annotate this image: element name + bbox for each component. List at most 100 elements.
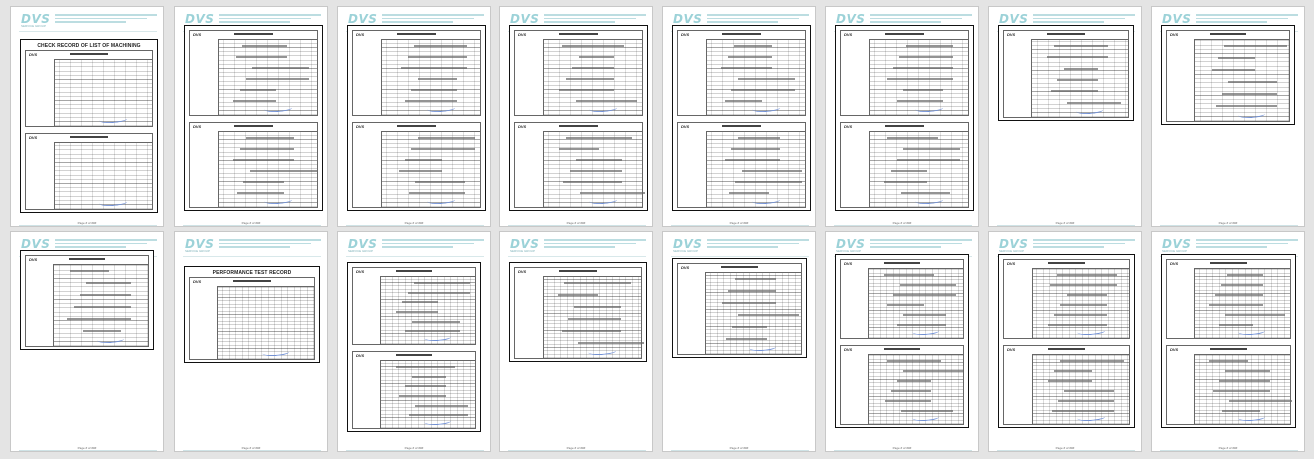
inspection-form-table: DVS — [352, 267, 476, 345]
handwritten-entry — [1060, 304, 1107, 306]
company-logo-subtitle: SERVICE GROUP — [836, 249, 861, 253]
handwritten-entry — [728, 290, 777, 292]
document-page-thumbnail[interactable]: DVSSERVICE GROUPDVSDVSPage # of ### — [174, 6, 328, 227]
handwritten-entry — [1212, 69, 1255, 71]
page-header: DVSSERVICE GROUP — [997, 237, 1135, 255]
form-logo: DVS — [681, 124, 690, 129]
handwritten-entry — [233, 100, 277, 102]
handwritten-entry — [1057, 79, 1099, 81]
document-page-thumbnail[interactable]: DVSSERVICE GROUPDVSDVSPage # of ### — [662, 6, 816, 227]
handwritten-entry — [731, 89, 795, 91]
form-logo: DVS — [518, 269, 527, 274]
footer-rule — [997, 225, 1135, 226]
document-page-thumbnail[interactable]: DVSSERVICE GROUPDVSPage # of ### — [499, 231, 653, 452]
signature — [1238, 412, 1266, 423]
document-page-thumbnail[interactable]: DVSSERVICE GROUPDVSDVSPage # of ### — [1151, 231, 1305, 452]
handwritten-entry — [411, 320, 461, 323]
handwritten-entry — [565, 78, 615, 80]
form-title-bar — [1047, 33, 1085, 35]
form-label-column — [678, 39, 707, 115]
document-page-thumbnail[interactable]: DVSSERVICE GROUPDVSPage # of ### — [662, 231, 816, 452]
page-header: DVSSERVICE GROUP — [1160, 237, 1298, 255]
signature — [588, 195, 617, 206]
company-address-lines — [382, 14, 484, 25]
handwritten-entry — [413, 45, 468, 47]
scanned-record-frame: PERFORMANCE TEST RECORD DVS — [184, 266, 320, 363]
handwritten-entry — [725, 338, 767, 340]
document-page-thumbnail[interactable]: DVSSERVICE GROUPDVSDVSPage # of ### — [337, 6, 491, 227]
document-page-thumbnail[interactable]: DVSSERVICE GROUPDVSDVSPage # of ### — [988, 231, 1142, 452]
form-label-column — [841, 39, 870, 115]
handwritten-entry — [721, 67, 772, 69]
handwritten-entry — [415, 404, 468, 407]
handwritten-entry — [1221, 284, 1263, 286]
handwritten-entry — [893, 294, 956, 296]
form-title-bar — [1047, 262, 1086, 264]
scanned-record-frame: DVS — [998, 25, 1134, 121]
document-page-thumbnail[interactable]: DVSSERVICE GROUPDVSPage # of ### — [988, 6, 1142, 227]
record-title: CHECK RECORD OF LIST OF MACHINING — [37, 43, 141, 49]
form-title-bar — [234, 33, 273, 35]
handwritten-entry — [897, 324, 946, 326]
form-logo: DVS — [681, 32, 690, 37]
form-label-column — [26, 142, 55, 209]
signature — [426, 195, 455, 206]
document-page-thumbnail[interactable]: DVSSERVICE GROUPDVSDVSPage # of ### — [337, 231, 491, 452]
inspection-form-table: DVS — [189, 30, 318, 116]
handwritten-entry — [896, 159, 961, 161]
inspection-form-table: DVS — [514, 30, 643, 116]
document-page-thumbnail[interactable]: DVS SERVICE GROUP PERFORMANCE TEST RECORD D… — [174, 231, 328, 452]
signature — [911, 326, 939, 337]
handwritten-entry — [884, 181, 928, 183]
handwritten-entry — [1060, 360, 1124, 362]
form-logo: DVS — [844, 347, 853, 352]
form-title-bar — [559, 270, 597, 272]
handwritten-entry — [85, 282, 131, 284]
page-header: DVSSERVICE GROUP — [19, 12, 157, 30]
handwritten-entry — [1224, 370, 1271, 372]
signature — [911, 412, 939, 423]
handwritten-entry — [73, 306, 131, 308]
handwritten-entry — [1224, 45, 1287, 47]
handwritten-entry — [579, 192, 645, 194]
handwritten-entry — [886, 78, 953, 80]
handwritten-entry — [738, 314, 799, 316]
company-logo-subtitle: SERVICE GROUP — [673, 249, 698, 253]
form-logo: DVS — [356, 269, 365, 274]
document-page-thumbnail[interactable]: DVSSERVICE GROUPDVSDVSPage # of ### — [825, 6, 979, 227]
company-address-lines — [544, 239, 646, 250]
form-label-column — [1004, 354, 1033, 424]
document-page-thumbnail[interactable]: DVSSERVICE GROUPDVSPage # of ### — [10, 231, 164, 452]
inspection-form-table: DVS — [1166, 259, 1291, 339]
document-page-thumbnail[interactable]: DVSSERVICE GROUPDVSDVSPage # of ### — [499, 6, 653, 227]
scanned-record-frame: DVS DVS — [835, 254, 969, 428]
inspection-form-table: DVS — [677, 30, 806, 116]
company-address-lines — [219, 14, 321, 25]
company-logo-subtitle: SERVICE GROUP — [510, 249, 535, 253]
document-page-thumbnail[interactable]: DVS SERVICE GROUP CHECK RECORD OF LIST OF … — [10, 6, 164, 227]
handwritten-entry — [561, 45, 625, 47]
handwritten-entry — [408, 192, 465, 194]
handwritten-entry — [414, 282, 471, 284]
handwritten-entry — [731, 148, 780, 150]
form-label-column — [515, 276, 544, 358]
handwritten-entry — [243, 181, 284, 183]
form-title-bar — [68, 258, 106, 260]
company-address-lines — [870, 14, 972, 25]
handwritten-entry — [236, 192, 284, 194]
form-logo: DVS — [356, 32, 365, 37]
page-header: DVSSERVICE GROUP — [346, 237, 484, 255]
document-page-thumbnail[interactable]: DVSSERVICE GROUPDVSPage # of ### — [1151, 6, 1305, 227]
form-logo: DVS — [193, 32, 202, 37]
document-page-thumbnail[interactable]: DVSSERVICE GROUPDVSDVSPage # of ### — [825, 231, 979, 452]
signature — [98, 114, 128, 125]
header-rule — [19, 31, 157, 32]
form-label-column — [1167, 354, 1196, 424]
footer-rule — [1160, 225, 1298, 226]
handwritten-entry — [1221, 93, 1277, 95]
handwritten-entry — [233, 159, 295, 161]
inspection-form-table: DVS — [25, 50, 153, 127]
scanned-record-frame: DVS DVS — [835, 25, 974, 211]
handwritten-entry — [561, 330, 621, 332]
form-title-bar — [397, 125, 436, 127]
